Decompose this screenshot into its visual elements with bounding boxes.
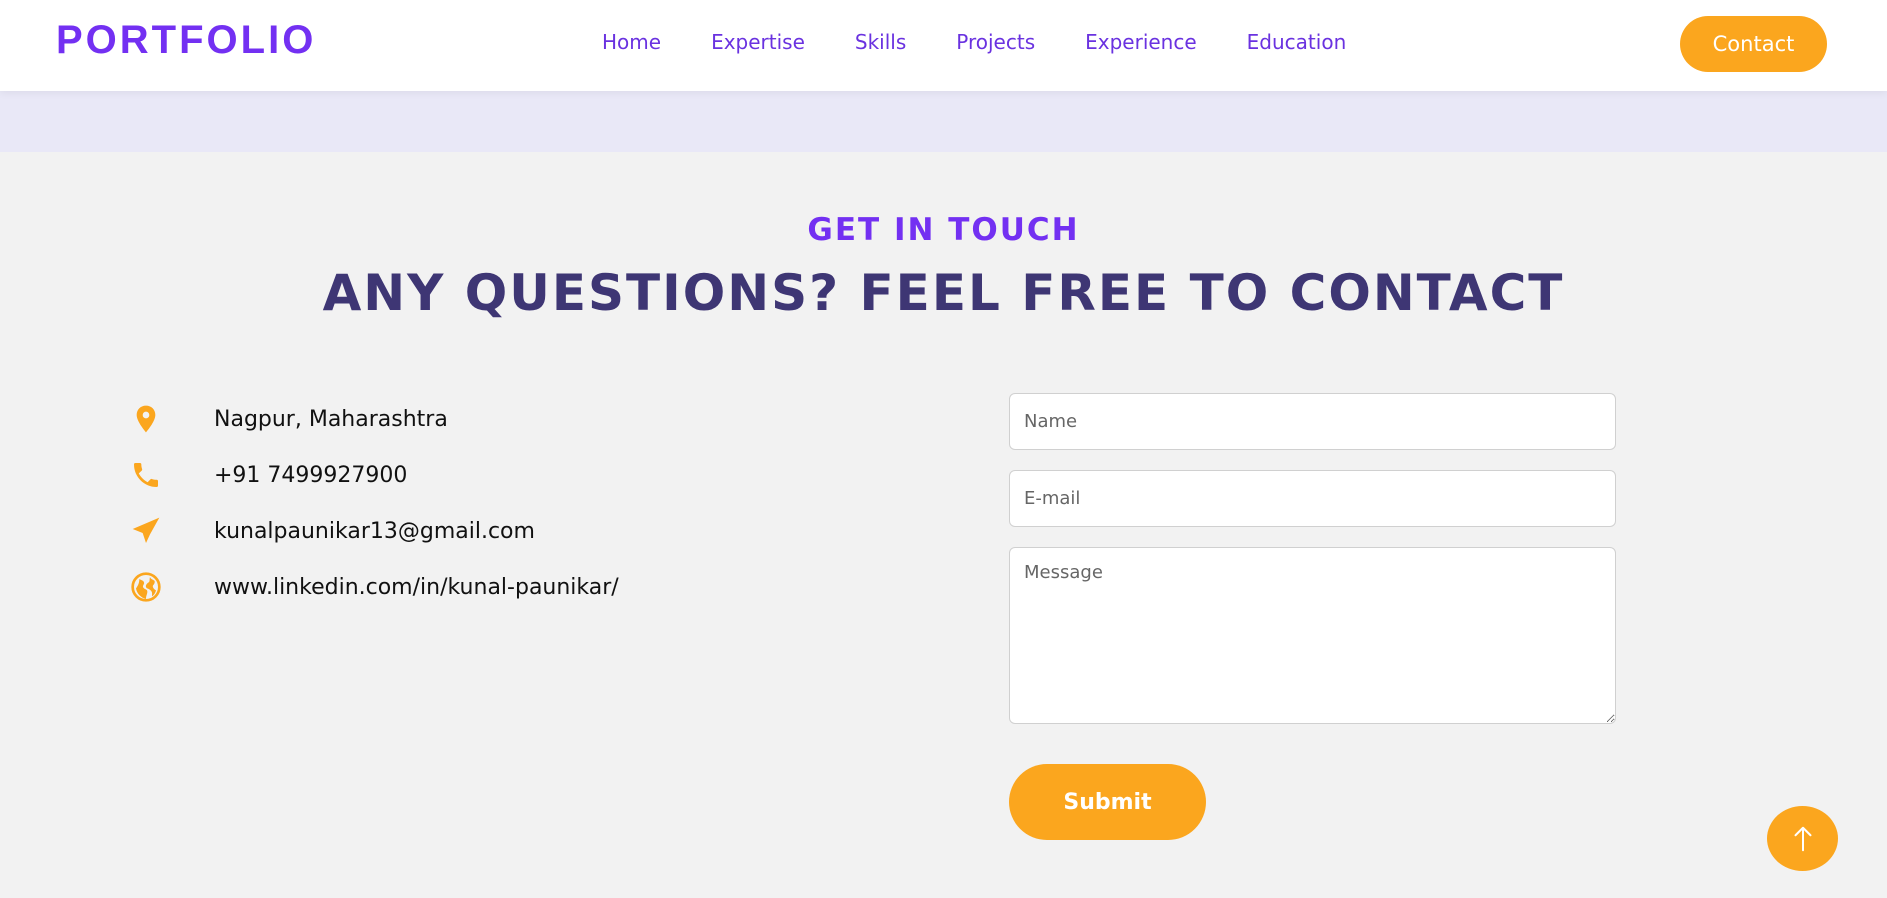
contact-button[interactable]: Contact [1680, 16, 1827, 72]
contact-form: Submit [1009, 393, 1616, 840]
nav-links: Home Expertise Skills Projects Experienc… [602, 30, 1346, 54]
nav-link-skills[interactable]: Skills [855, 30, 906, 54]
nav-link-experience[interactable]: Experience [1085, 30, 1197, 54]
arrow-up-icon [1794, 826, 1811, 851]
name-input[interactable] [1009, 393, 1616, 450]
contact-info-text: Nagpur, Maharashtra [214, 406, 448, 432]
contact-info-list: Nagpur, Maharashtra +91 7499927900 kunal… [128, 391, 619, 615]
section-headline: ANY QUESTIONS? FEEL FREE TO CONTACT [322, 264, 1565, 322]
nav-link-education[interactable]: Education [1247, 30, 1347, 54]
navbar: PORTFOLIO Home Expertise Skills Projects… [0, 0, 1887, 91]
contact-info-email: kunalpaunikar13@gmail.com [128, 503, 619, 559]
contact-info-phone: +91 7499927900 [128, 447, 619, 503]
contact-info-location: Nagpur, Maharashtra [128, 391, 619, 447]
paper-plane-icon [128, 513, 164, 549]
nav-link-expertise[interactable]: Expertise [711, 30, 805, 54]
message-textarea[interactable] [1009, 547, 1616, 724]
contact-info-text: www.linkedin.com/in/kunal-paunikar/ [214, 574, 619, 600]
contact-info-linkedin: www.linkedin.com/in/kunal-paunikar/ [128, 559, 619, 615]
contact-info-text: kunalpaunikar13@gmail.com [214, 518, 535, 544]
phone-icon [128, 457, 164, 493]
email-input[interactable] [1009, 470, 1616, 527]
logo[interactable]: PORTFOLIO [56, 18, 316, 63]
hero-band [0, 91, 1887, 152]
nav-link-projects[interactable]: Projects [956, 30, 1035, 54]
submit-button[interactable]: Submit [1009, 764, 1206, 840]
scroll-to-top-button[interactable] [1767, 806, 1838, 871]
section-eyebrow: GET IN TOUCH [807, 212, 1080, 248]
nav-link-home[interactable]: Home [602, 30, 661, 54]
location-pin-icon [128, 401, 164, 437]
globe-icon [128, 569, 164, 605]
contact-info-text: +91 7499927900 [214, 462, 408, 488]
